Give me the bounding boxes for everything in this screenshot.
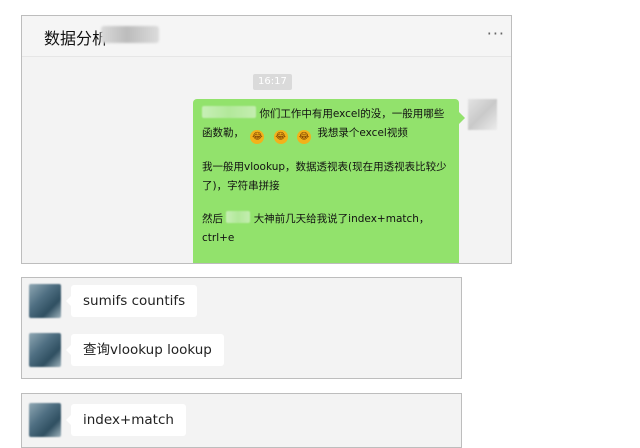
message-text: 你们工作中有用excel的没，一般用哪些函数勒， 😂 😂 😂 我想录个excel… <box>202 105 454 248</box>
reply-avatar[interactable] <box>29 333 61 367</box>
chat-window: 数据分析 ··· 16:17 你们工作中有用excel的没，一般用哪些函数勒， … <box>21 15 512 264</box>
reply-bubble[interactable]: 查询vlookup lookup <box>66 334 224 366</box>
reply-avatar[interactable] <box>29 403 61 437</box>
sender-avatar[interactable] <box>468 99 497 130</box>
bubble-tail <box>459 112 465 124</box>
redacted-name <box>226 211 251 223</box>
reply-bubble[interactable]: sumifs countifs <box>65 285 198 317</box>
message-line3-prefix: 然后 <box>202 213 223 225</box>
redacted-mention <box>202 106 256 118</box>
message-line1-end: 我想录个excel视频 <box>317 127 408 139</box>
tears-of-joy-emoji-icon: 😂 <box>297 130 312 144</box>
reply-row: 查询vlookup lookup <box>22 327 461 375</box>
reply-panel: sumifs countifs 查询vlookup lookup <box>21 277 462 379</box>
tears-of-joy-emoji-icon: 😂 <box>250 130 265 144</box>
reply-avatar[interactable] <box>29 284 61 318</box>
message-bubble[interactable]: 你们工作中有用excel的没，一般用哪些函数勒， 😂 😂 😂 我想录个excel… <box>193 99 465 263</box>
reply-row: sumifs countifs <box>22 278 461 326</box>
chat-title: 数据分析 <box>44 29 109 48</box>
reply-row: index+match <box>22 397 461 445</box>
reply-panel: index+match <box>21 393 462 448</box>
message-line2: 我一般用vlookup，数据透视表(现在用透视表比较少了)，字符串拼接 <box>202 161 447 192</box>
chat-header: 数据分析 ··· <box>22 16 511 57</box>
message-timestamp: 16:17 <box>253 74 292 90</box>
more-horizontal-icon[interactable]: ··· <box>487 24 505 43</box>
reply-bubble[interactable]: index+match <box>66 404 186 436</box>
tears-of-joy-emoji-icon: 😂 <box>273 130 288 144</box>
redacted-group-name <box>101 26 159 43</box>
